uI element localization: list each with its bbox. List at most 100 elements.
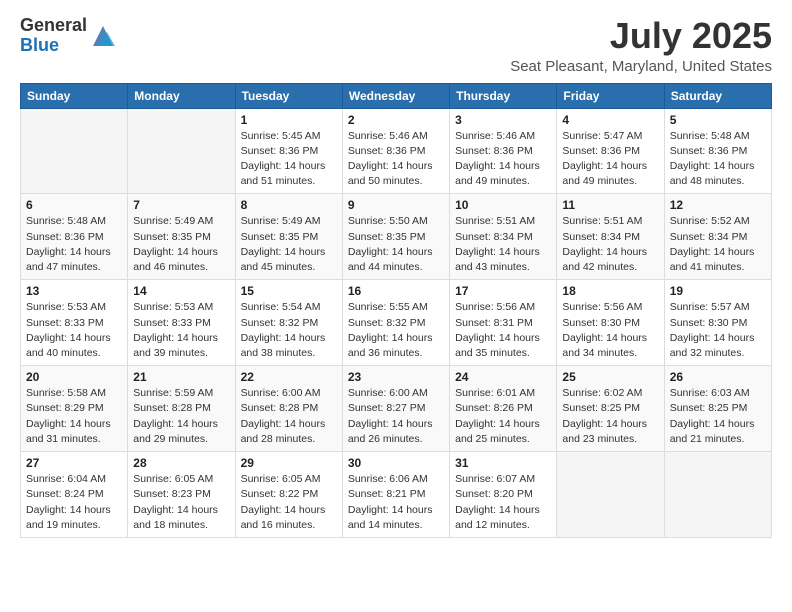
calendar-cell: 6 Sunrise: 5:48 AM Sunset: 8:36 PM Daylig… <box>21 194 128 280</box>
calendar-cell: 11 Sunrise: 5:51 AM Sunset: 8:34 PM Dayli… <box>557 194 664 280</box>
day-number: 5 <box>670 113 766 127</box>
day-info: Sunrise: 5:50 AM Sunset: 8:35 PM Dayligh… <box>348 214 444 275</box>
day-info: Sunrise: 5:53 AM Sunset: 8:33 PM Dayligh… <box>26 300 122 361</box>
weekday-header: Friday <box>557 83 664 108</box>
day-info: Sunrise: 5:55 AM Sunset: 8:32 PM Dayligh… <box>348 300 444 361</box>
day-info: Sunrise: 5:58 AM Sunset: 8:29 PM Dayligh… <box>26 386 122 447</box>
calendar-cell: 20 Sunrise: 5:58 AM Sunset: 8:29 PM Dayli… <box>21 366 128 452</box>
calendar-cell: 24 Sunrise: 6:01 AM Sunset: 8:26 PM Dayli… <box>450 366 557 452</box>
day-number: 24 <box>455 370 551 384</box>
day-info: Sunrise: 5:51 AM Sunset: 8:34 PM Dayligh… <box>455 214 551 275</box>
calendar-cell: 7 Sunrise: 5:49 AM Sunset: 8:35 PM Daylig… <box>128 194 235 280</box>
calendar-cell: 23 Sunrise: 6:00 AM Sunset: 8:27 PM Dayli… <box>342 366 449 452</box>
day-number: 30 <box>348 456 444 470</box>
day-info: Sunrise: 6:00 AM Sunset: 8:28 PM Dayligh… <box>241 386 337 447</box>
calendar-cell: 22Sunrise: 6:00 AM Sunset: 8:28 PM Dayli… <box>235 366 342 452</box>
day-info: Sunrise: 6:03 AM Sunset: 8:25 PM Dayligh… <box>670 386 766 447</box>
day-info: Sunrise: 6:07 AM Sunset: 8:20 PM Dayligh… <box>455 472 551 533</box>
day-number: 23 <box>348 370 444 384</box>
weekday-header: Wednesday <box>342 83 449 108</box>
calendar-cell: 27Sunrise: 6:04 AM Sunset: 8:24 PM Dayli… <box>21 452 128 538</box>
day-info: Sunrise: 6:01 AM Sunset: 8:26 PM Dayligh… <box>455 386 551 447</box>
calendar-cell <box>664 452 771 538</box>
calendar-week-row: 27Sunrise: 6:04 AM Sunset: 8:24 PM Dayli… <box>21 452 772 538</box>
day-info: Sunrise: 6:02 AM Sunset: 8:25 PM Dayligh… <box>562 386 658 447</box>
calendar-cell: 28 Sunrise: 6:05 AM Sunset: 8:23 PM Dayli… <box>128 452 235 538</box>
logo-general-text: General <box>20 16 87 36</box>
day-number: 12 <box>670 198 766 212</box>
weekday-header: Saturday <box>664 83 771 108</box>
weekday-header: Tuesday <box>235 83 342 108</box>
day-info: Sunrise: 5:52 AM Sunset: 8:34 PM Dayligh… <box>670 214 766 275</box>
day-info: Sunrise: 5:48 AM Sunset: 8:36 PM Dayligh… <box>670 129 766 190</box>
day-info: Sunrise: 6:05 AM Sunset: 8:23 PM Dayligh… <box>133 472 229 533</box>
calendar-cell: 9 Sunrise: 5:50 AM Sunset: 8:35 PM Daylig… <box>342 194 449 280</box>
day-number: 6 <box>26 198 122 212</box>
calendar-week-row: 6 Sunrise: 5:48 AM Sunset: 8:36 PM Daylig… <box>21 194 772 280</box>
day-info: Sunrise: 6:04 AM Sunset: 8:24 PM Dayligh… <box>26 472 122 533</box>
day-info: Sunrise: 5:53 AM Sunset: 8:33 PM Dayligh… <box>133 300 229 361</box>
calendar-cell: 1 Sunrise: 5:45 AM Sunset: 8:36 PM Daylig… <box>235 108 342 194</box>
day-number: 25 <box>562 370 658 384</box>
calendar-cell: 5 Sunrise: 5:48 AM Sunset: 8:36 PM Daylig… <box>664 108 771 194</box>
day-number: 7 <box>133 198 229 212</box>
day-number: 3 <box>455 113 551 127</box>
day-number: 20 <box>26 370 122 384</box>
day-info: Sunrise: 5:46 AM Sunset: 8:36 PM Dayligh… <box>455 129 551 190</box>
day-number: 26 <box>670 370 766 384</box>
calendar-cell: 19Sunrise: 5:57 AM Sunset: 8:30 PM Dayli… <box>664 280 771 366</box>
subtitle: Seat Pleasant, Maryland, United States <box>510 58 772 75</box>
calendar-cell <box>128 108 235 194</box>
day-number: 31 <box>455 456 551 470</box>
calendar-cell: 12 Sunrise: 5:52 AM Sunset: 8:34 PM Dayli… <box>664 194 771 280</box>
calendar-week-row: 20 Sunrise: 5:58 AM Sunset: 8:29 PM Dayli… <box>21 366 772 452</box>
calendar-week-row: 1 Sunrise: 5:45 AM Sunset: 8:36 PM Daylig… <box>21 108 772 194</box>
day-number: 16 <box>348 284 444 298</box>
day-info: Sunrise: 6:00 AM Sunset: 8:27 PM Dayligh… <box>348 386 444 447</box>
calendar-cell: 8Sunrise: 5:49 AM Sunset: 8:35 PM Daylig… <box>235 194 342 280</box>
day-number: 1 <box>241 113 337 127</box>
day-number: 28 <box>133 456 229 470</box>
calendar-cell: 26 Sunrise: 6:03 AM Sunset: 8:25 PM Dayli… <box>664 366 771 452</box>
calendar-cell: 10 Sunrise: 5:51 AM Sunset: 8:34 PM Dayli… <box>450 194 557 280</box>
day-info: Sunrise: 5:54 AM Sunset: 8:32 PM Dayligh… <box>241 300 337 361</box>
calendar-cell: 17 Sunrise: 5:56 AM Sunset: 8:31 PM Dayli… <box>450 280 557 366</box>
day-info: Sunrise: 5:49 AM Sunset: 8:35 PM Dayligh… <box>133 214 229 275</box>
day-number: 29 <box>241 456 337 470</box>
logo: General Blue <box>20 16 117 56</box>
calendar-cell <box>21 108 128 194</box>
calendar-table: SundayMondayTuesdayWednesdayThursdayFrid… <box>20 83 772 538</box>
logo-icon <box>89 22 117 50</box>
day-number: 14 <box>133 284 229 298</box>
main-title: July 2025 <box>510 16 772 56</box>
header: General Blue July 2025 Seat Pleasant, Ma… <box>20 16 772 75</box>
day-number: 15 <box>241 284 337 298</box>
calendar-cell: 15 Sunrise: 5:54 AM Sunset: 8:32 PM Dayli… <box>235 280 342 366</box>
day-info: Sunrise: 5:46 AM Sunset: 8:36 PM Dayligh… <box>348 129 444 190</box>
day-number: 9 <box>348 198 444 212</box>
day-info: Sunrise: 5:51 AM Sunset: 8:34 PM Dayligh… <box>562 214 658 275</box>
weekday-header: Sunday <box>21 83 128 108</box>
day-number: 19 <box>670 284 766 298</box>
day-number: 18 <box>562 284 658 298</box>
day-number: 17 <box>455 284 551 298</box>
day-number: 4 <box>562 113 658 127</box>
day-info: Sunrise: 5:45 AM Sunset: 8:36 PM Dayligh… <box>241 129 337 190</box>
day-info: Sunrise: 5:59 AM Sunset: 8:28 PM Dayligh… <box>133 386 229 447</box>
day-number: 11 <box>562 198 658 212</box>
calendar-cell: 18 Sunrise: 5:56 AM Sunset: 8:30 PM Dayli… <box>557 280 664 366</box>
page: General Blue July 2025 Seat Pleasant, Ma… <box>0 0 792 612</box>
day-info: Sunrise: 5:56 AM Sunset: 8:30 PM Dayligh… <box>562 300 658 361</box>
calendar-cell: 13Sunrise: 5:53 AM Sunset: 8:33 PM Dayli… <box>21 280 128 366</box>
day-info: Sunrise: 5:49 AM Sunset: 8:35 PM Dayligh… <box>241 214 337 275</box>
calendar-cell: 3 Sunrise: 5:46 AM Sunset: 8:36 PM Daylig… <box>450 108 557 194</box>
day-info: Sunrise: 5:56 AM Sunset: 8:31 PM Dayligh… <box>455 300 551 361</box>
weekday-header: Monday <box>128 83 235 108</box>
day-info: Sunrise: 6:06 AM Sunset: 8:21 PM Dayligh… <box>348 472 444 533</box>
calendar-cell: 14 Sunrise: 5:53 AM Sunset: 8:33 PM Dayli… <box>128 280 235 366</box>
day-number: 10 <box>455 198 551 212</box>
calendar-cell: 21Sunrise: 5:59 AM Sunset: 8:28 PM Dayli… <box>128 366 235 452</box>
calendar-cell: 2Sunrise: 5:46 AM Sunset: 8:36 PM Daylig… <box>342 108 449 194</box>
day-info: Sunrise: 5:48 AM Sunset: 8:36 PM Dayligh… <box>26 214 122 275</box>
calendar-cell: 31 Sunrise: 6:07 AM Sunset: 8:20 PM Dayli… <box>450 452 557 538</box>
